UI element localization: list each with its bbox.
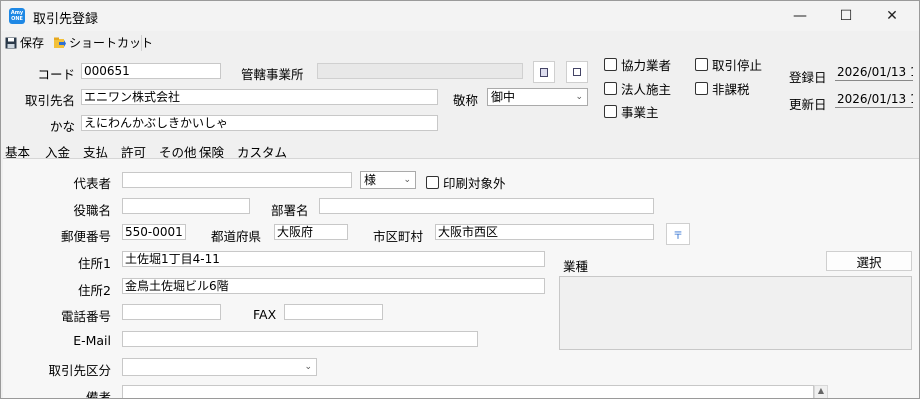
position-field[interactable] bbox=[122, 198, 250, 214]
minimize-icon: — bbox=[793, 8, 807, 24]
title-bar: Amy ONE 取引先登録 — ☐ ✕ bbox=[1, 1, 919, 31]
book-icon bbox=[540, 67, 548, 77]
dept-label: 部署名 bbox=[271, 203, 309, 218]
toolbar-separator bbox=[141, 35, 142, 51]
rep-label: 代表者 bbox=[73, 176, 111, 191]
chevron-down-icon: ⌄ bbox=[304, 362, 312, 372]
notes-scrollbar[interactable]: ▲ bbox=[814, 385, 828, 398]
zip-field[interactable]: 550-0001 bbox=[122, 224, 186, 240]
addr1-field[interactable]: 土佐堀1丁目4-11 bbox=[122, 251, 545, 267]
rep-suffix-select[interactable]: 様 ⌄ bbox=[360, 171, 416, 189]
code-field[interactable]: 000651 bbox=[81, 63, 221, 79]
minimize-button[interactable]: — bbox=[777, 1, 823, 31]
position-label: 役職名 bbox=[73, 203, 111, 218]
category-select[interactable]: ⌄ bbox=[122, 358, 317, 376]
chevron-down-icon: ⌄ bbox=[403, 175, 411, 185]
fax-field[interactable] bbox=[284, 304, 383, 320]
code-label: コード bbox=[37, 67, 75, 82]
checkbox-business-owner[interactable]: 事業主 bbox=[604, 102, 659, 121]
updated-date-label: 更新日 bbox=[789, 97, 827, 112]
addr1-label: 住所1 bbox=[78, 256, 111, 271]
zip-lookup-button[interactable]: 〒 bbox=[666, 223, 690, 245]
chevron-down-icon: ⌄ bbox=[575, 92, 583, 102]
jurisdiction-label: 管轄事業所 bbox=[241, 67, 304, 82]
checkbox-suspended[interactable]: 取引停止 bbox=[695, 55, 762, 74]
checkbox-cooperating-vendor[interactable]: 協力業者 bbox=[604, 55, 671, 74]
shortcut-button[interactable]: ショートカット bbox=[53, 34, 153, 51]
checkbox-box bbox=[604, 105, 617, 118]
pref-field[interactable]: 大阪府 bbox=[274, 224, 348, 240]
maximize-icon: ☐ bbox=[839, 8, 853, 24]
name-label: 取引先名 bbox=[24, 93, 75, 108]
jurisdiction-field[interactable] bbox=[317, 63, 523, 79]
name-field[interactable]: エニワン株式会社 bbox=[81, 89, 438, 105]
notes-label: 備考 bbox=[85, 390, 111, 399]
postal-mark-icon: 〒 bbox=[673, 230, 683, 242]
checkbox-box bbox=[695, 82, 708, 95]
email-field[interactable] bbox=[122, 331, 478, 347]
zip-label: 郵便番号 bbox=[60, 229, 111, 244]
registered-date-value: 2026/01/13 1 bbox=[835, 65, 913, 81]
checkbox-box bbox=[426, 176, 439, 189]
category-label: 取引先区分 bbox=[48, 363, 111, 378]
app-icon: Amy ONE bbox=[9, 8, 25, 24]
close-button[interactable]: ✕ bbox=[869, 1, 915, 31]
honorific-select[interactable]: 御中 ⌄ bbox=[487, 88, 588, 106]
clear-icon bbox=[573, 68, 581, 76]
checkbox-corporate-owner[interactable]: 法人施主 bbox=[604, 79, 671, 98]
rep-suffix-value: 様 bbox=[364, 173, 377, 187]
checkbox-label: 印刷対象外 bbox=[443, 176, 506, 191]
checkbox-label: 協力業者 bbox=[621, 58, 672, 73]
checkbox-label: 非課税 bbox=[712, 82, 750, 97]
jurisdiction-clear-button[interactable] bbox=[566, 61, 588, 83]
checkbox-exclude-print[interactable]: 印刷対象外 bbox=[426, 173, 506, 192]
fax-label: FAX bbox=[253, 307, 277, 322]
rep-field[interactable] bbox=[122, 172, 352, 188]
save-label: 保存 bbox=[20, 36, 45, 50]
toolbar: 保存 ショートカット bbox=[1, 31, 919, 53]
pref-label: 都道府県 bbox=[211, 229, 262, 244]
industry-label: 業種 bbox=[563, 259, 589, 274]
checkbox-label: 取引停止 bbox=[712, 58, 763, 73]
window: Amy ONE 取引先登録 — ☐ ✕ 保存 ショートカット コード 00065… bbox=[0, 0, 920, 399]
updated-date-value: 2026/01/13 1 bbox=[835, 92, 913, 108]
close-icon: ✕ bbox=[886, 8, 898, 24]
shortcut-icon bbox=[54, 37, 66, 48]
scroll-up-icon: ▲ bbox=[817, 386, 825, 395]
checkbox-box bbox=[695, 58, 708, 71]
email-label: E-Mail bbox=[73, 333, 111, 348]
kana-field[interactable]: えにわんかぶしきかいしゃ bbox=[81, 115, 438, 131]
honorific-label: 敬称 bbox=[453, 93, 479, 108]
addr2-field[interactable]: 金鳥土佐堀ビル6階 bbox=[122, 278, 545, 294]
checkbox-tax-exempt[interactable]: 非課税 bbox=[695, 79, 750, 98]
app-icon-text: Amy ONE bbox=[10, 10, 24, 22]
industry-list[interactable] bbox=[559, 276, 912, 350]
dept-field[interactable] bbox=[319, 198, 654, 214]
window-title: 取引先登録 bbox=[33, 12, 99, 27]
kana-label: かな bbox=[49, 119, 75, 134]
checkbox-box bbox=[604, 82, 617, 95]
addr2-label: 住所2 bbox=[78, 283, 111, 298]
jurisdiction-lookup-button[interactable] bbox=[533, 61, 555, 83]
checkbox-label: 法人施主 bbox=[621, 82, 672, 97]
save-button[interactable]: 保存 bbox=[5, 34, 44, 51]
tab-strip: 基本 入金 支払 許可 その他 保険 カスタム bbox=[1, 140, 919, 160]
checkbox-box bbox=[604, 58, 617, 71]
honorific-value: 御中 bbox=[491, 90, 516, 104]
checkbox-label: 事業主 bbox=[621, 105, 659, 120]
tel-label: 電話番号 bbox=[60, 309, 111, 324]
city-label: 市区町村 bbox=[373, 229, 424, 244]
city-field[interactable]: 大阪市西区 bbox=[435, 224, 654, 240]
save-icon bbox=[5, 37, 17, 48]
industry-select-button[interactable]: 選択 bbox=[826, 251, 912, 271]
notes-field[interactable] bbox=[122, 385, 814, 398]
registered-date-label: 登録日 bbox=[789, 70, 827, 85]
tel-field[interactable] bbox=[122, 304, 221, 320]
maximize-button[interactable]: ☐ bbox=[823, 1, 869, 31]
